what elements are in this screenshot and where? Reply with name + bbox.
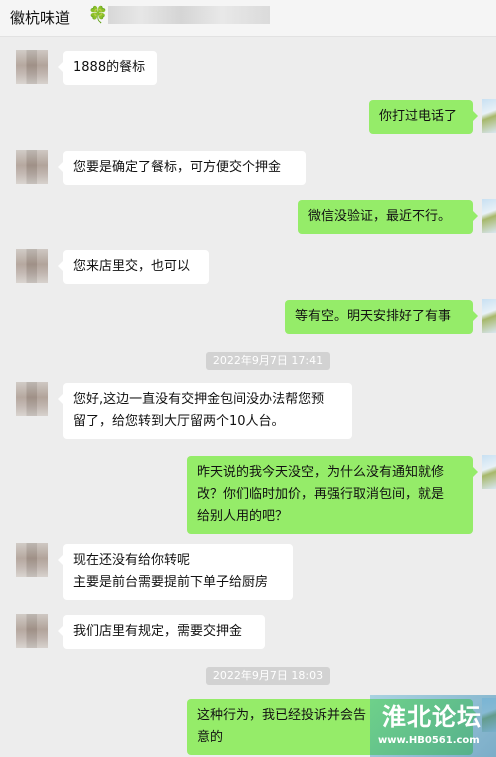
message-line: 改？你们临时加价，再强行取消包间，就是	[197, 487, 445, 502]
forum-watermark: 淮北论坛 www.HB0561.com	[370, 695, 496, 757]
timestamp: 2022年9月7日 17:41	[206, 352, 330, 370]
message-line: 主要是前台需要提前下单子给厨房	[73, 575, 269, 590]
message-line: 昨天说的我今天没空，为什么没有通知就修	[197, 465, 445, 480]
message-bubble-incoming[interactable]: 您来店里交，也可以	[58, 250, 209, 284]
contact-avatar[interactable]	[16, 249, 48, 283]
message-bubble-incoming[interactable]: 现在还没有给你转呢 主要是前台需要提前下单子给厨房	[58, 544, 293, 600]
watermark-name: 淮北论坛	[382, 703, 482, 731]
message-bubble-outgoing[interactable]: 微信没验证，最近不行。	[298, 200, 478, 234]
chat-title[interactable]: 徽杭味道	[10, 7, 70, 28]
chat-header: 徽杭味道 🍀	[0, 0, 496, 37]
my-avatar[interactable]	[482, 99, 496, 133]
message-line: 给别人用的吧？	[197, 509, 289, 524]
message-bubble-incoming[interactable]: 我们店里有规定，需要交押金	[58, 615, 265, 649]
watermark-url: www.HB0561.com	[378, 735, 480, 746]
timestamp: 2022年9月7日 18:03	[206, 667, 330, 685]
message-line: 现在还没有给你转呢	[73, 553, 191, 568]
message-bubble-incoming[interactable]: 您好,这边一直没有交押金包间没办法帮您预 留了，给您转到大厅留两个10人台。	[58, 383, 352, 439]
message-bubble-outgoing[interactable]: 昨天说的我今天没空，为什么没有通知就修 改？你们临时加价，再强行取消包间，就是 …	[187, 456, 478, 534]
clover-emoji-icon: 🍀	[88, 5, 108, 24]
contact-avatar[interactable]	[16, 543, 48, 577]
my-avatar[interactable]	[482, 299, 496, 333]
my-avatar[interactable]	[482, 199, 496, 233]
blurred-title-region	[108, 6, 270, 24]
contact-avatar[interactable]	[16, 614, 48, 648]
message-bubble-incoming[interactable]: 您要是确定了餐标，可方便交个押金	[58, 151, 306, 185]
message-bubble-outgoing[interactable]: 你打过电话了	[369, 100, 478, 134]
message-bubble-outgoing[interactable]: 等有空。明天安排好了有事	[285, 300, 478, 334]
my-avatar[interactable]	[482, 455, 496, 489]
contact-avatar[interactable]	[16, 382, 48, 416]
message-line: 您好,这边一直没有交押金包间没办法帮您预	[73, 392, 325, 407]
message-line: 留了，给您转到大厅留两个10人台。	[73, 414, 285, 429]
contact-avatar[interactable]	[16, 50, 48, 84]
message-bubble-incoming[interactable]: 1888的餐标	[58, 51, 157, 85]
contact-avatar[interactable]	[16, 150, 48, 184]
